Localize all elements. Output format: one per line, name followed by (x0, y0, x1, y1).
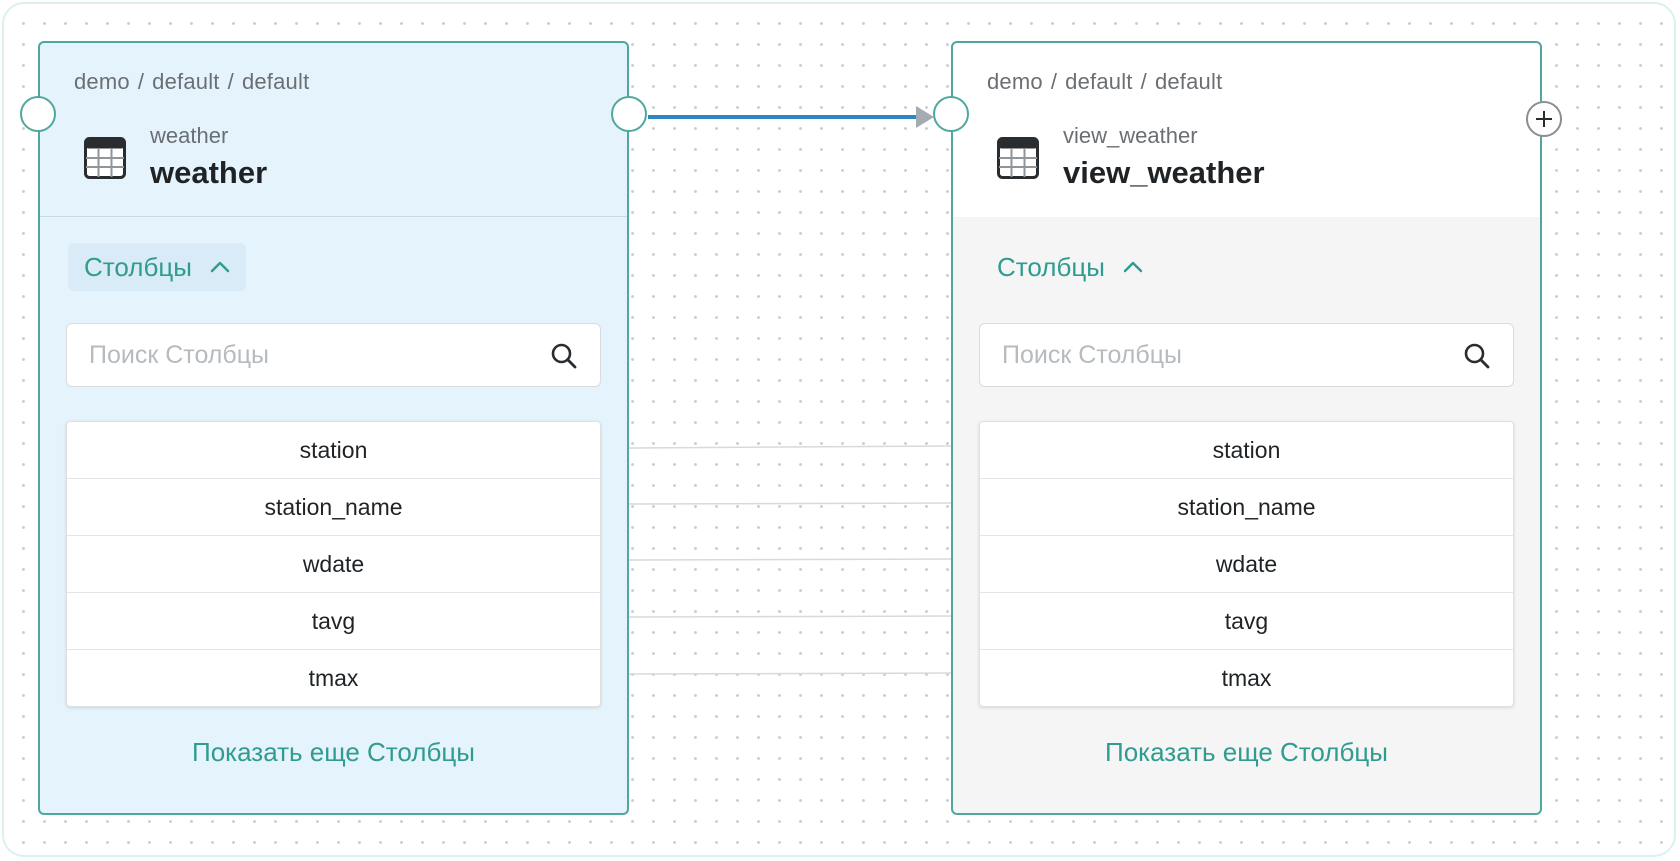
column-list: station station_name wdate tavg tmax (66, 421, 601, 707)
columns-toggle-label: Столбцы (997, 251, 1105, 282)
breadcrumb-catalog[interactable]: demo (74, 69, 130, 94)
node-header: demo / default / default view_weather view_w… (953, 43, 1540, 217)
breadcrumb-catalog[interactable]: demo (987, 69, 1043, 94)
column-search-input[interactable] (980, 324, 1450, 386)
breadcrumb-schema[interactable]: default (152, 69, 219, 94)
column-search (979, 323, 1514, 387)
node-title[interactable]: view_weather (1063, 155, 1265, 191)
column-row[interactable]: station (67, 422, 600, 479)
show-more-columns-link[interactable]: Показать еще Столбцы (953, 737, 1540, 768)
table-icon (84, 137, 126, 179)
source-node[interactable]: demo / default / default weather weather Сто… (20, 41, 647, 815)
column-row[interactable]: wdate (980, 536, 1513, 593)
node-title[interactable]: weather (150, 155, 267, 191)
column-row[interactable]: tavg (67, 593, 600, 650)
column-row[interactable]: station (980, 422, 1513, 479)
plus-icon (1536, 111, 1552, 127)
show-more-columns-link[interactable]: Показать еще Столбцы (40, 737, 627, 768)
search-icon[interactable] (550, 342, 578, 370)
breadcrumb: demo / default / default (987, 69, 1223, 94)
breadcrumb-database[interactable]: default (1155, 69, 1222, 94)
column-row[interactable]: wdate (67, 536, 600, 593)
input-port[interactable] (933, 96, 969, 132)
node-subtitle: weather (150, 123, 229, 148)
column-row[interactable]: tmax (980, 650, 1513, 706)
search-icon[interactable] (1463, 342, 1491, 370)
target-node[interactable]: demo / default / default view_weather view_w… (933, 41, 1562, 815)
column-search (66, 323, 601, 387)
columns-toggle[interactable]: Столбцы (68, 243, 246, 291)
column-row[interactable]: tmax (67, 650, 600, 706)
add-downstream-button[interactable] (1526, 101, 1562, 137)
column-row[interactable]: tavg (980, 593, 1513, 650)
node-subtitle: view_weather (1063, 123, 1198, 148)
column-list: station station_name wdate tavg tmax (979, 421, 1514, 707)
input-port[interactable] (20, 96, 56, 132)
column-row[interactable]: station_name (980, 479, 1513, 536)
node-header: demo / default / default weather weather (40, 43, 627, 217)
breadcrumb-database[interactable]: default (242, 69, 309, 94)
breadcrumb-schema[interactable]: default (1065, 69, 1132, 94)
breadcrumb: demo / default / default (74, 69, 310, 94)
column-row[interactable]: station_name (67, 479, 600, 536)
chevron-up-icon (1123, 261, 1143, 273)
table-icon (997, 137, 1039, 179)
columns-toggle-label: Столбцы (84, 251, 192, 282)
columns-toggle[interactable]: Столбцы (981, 243, 1159, 291)
chevron-up-icon (210, 261, 230, 273)
column-search-input[interactable] (67, 324, 537, 386)
output-port[interactable] (611, 96, 647, 132)
